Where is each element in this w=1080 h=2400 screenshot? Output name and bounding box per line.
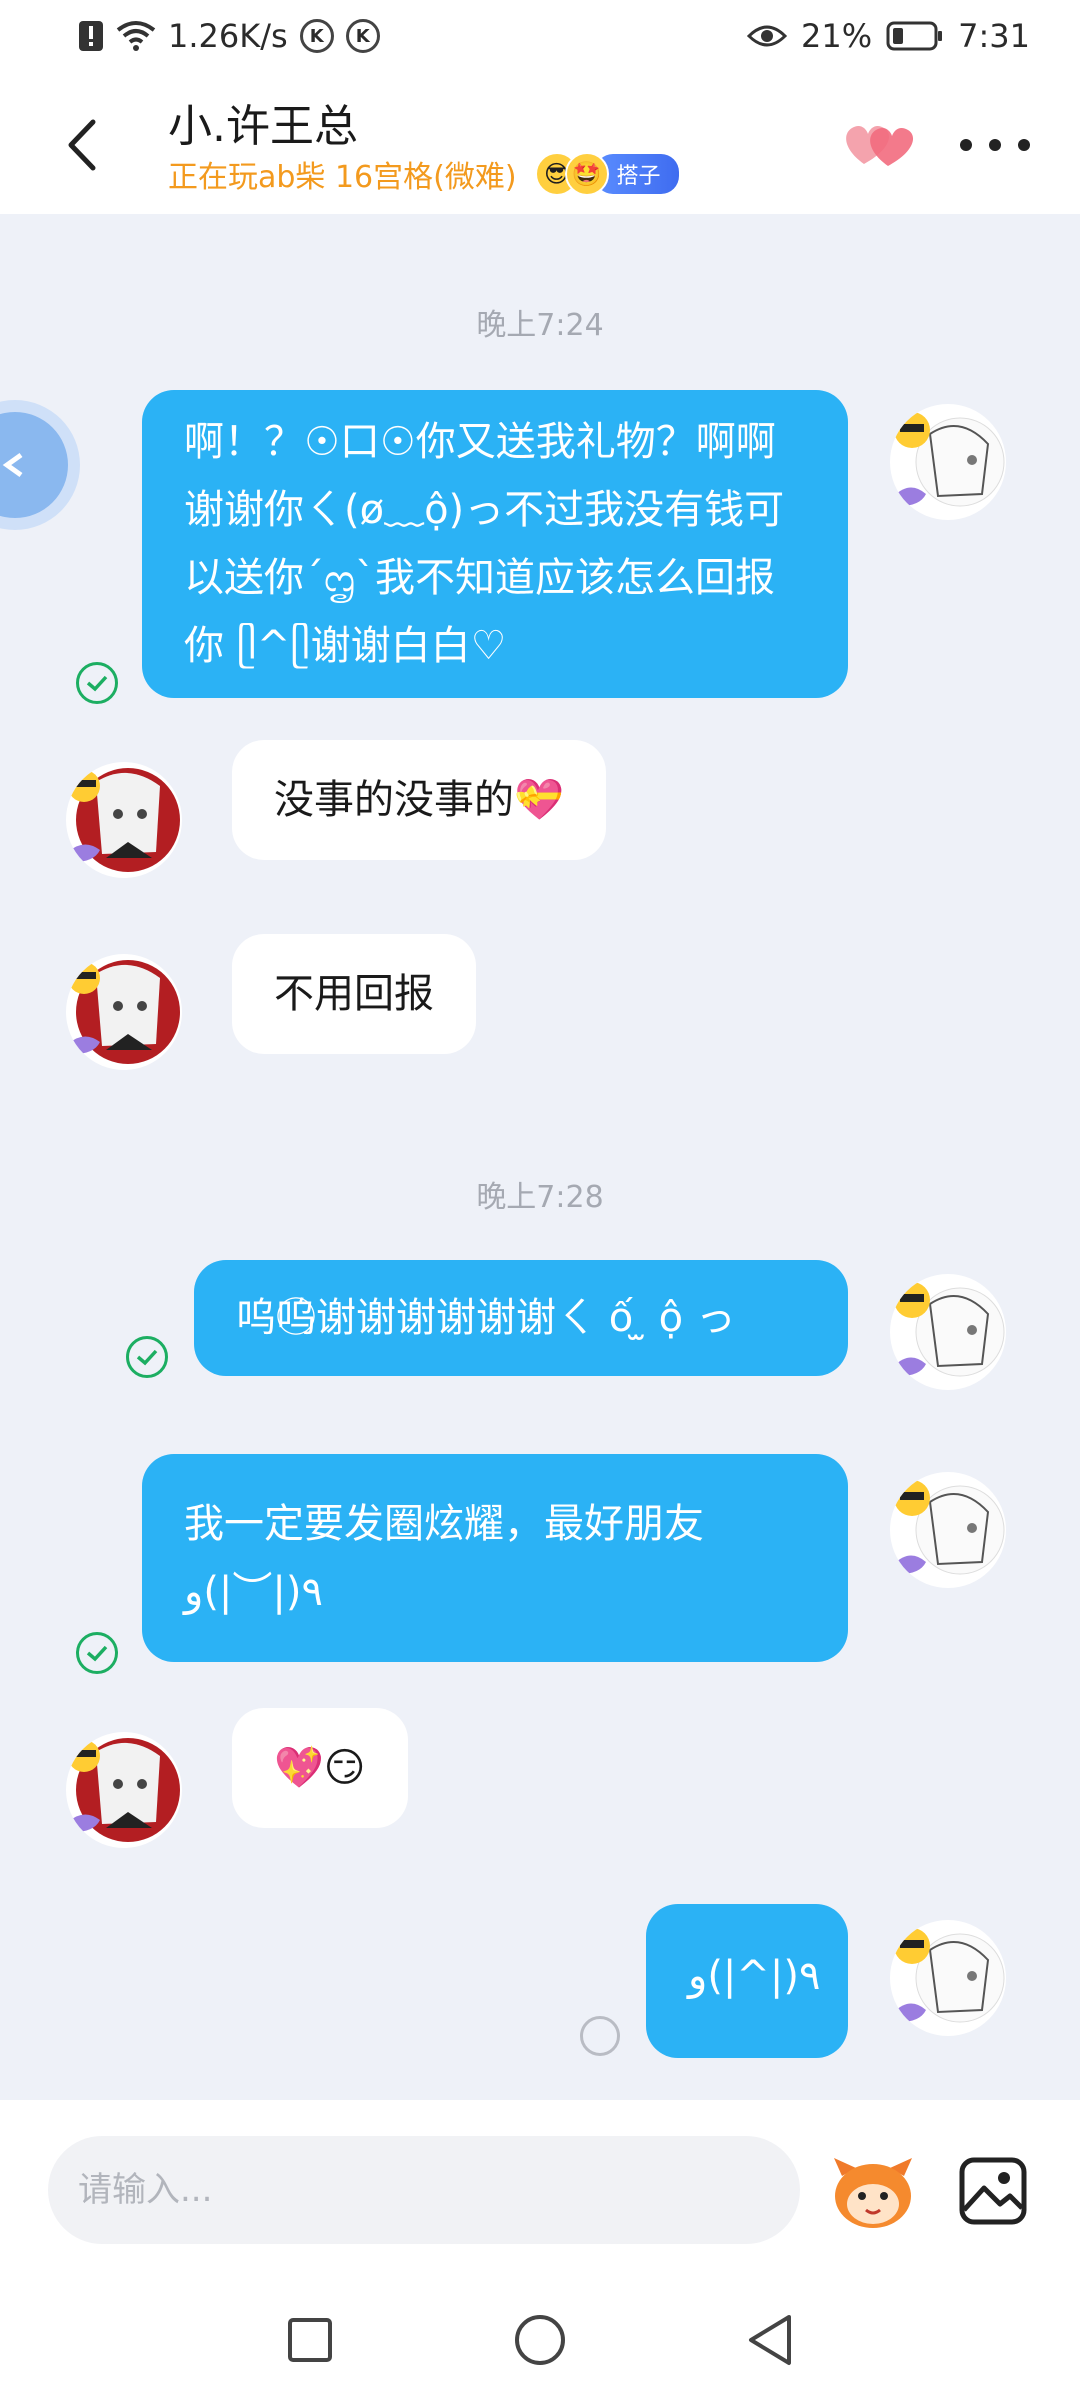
contact-avatar[interactable] (66, 1732, 182, 1848)
my-avatar[interactable] (890, 404, 1006, 520)
my-avatar[interactable] (890, 1920, 1006, 2036)
send-image-button[interactable] (958, 2156, 1028, 2226)
message-bubble-received[interactable]: 💖😏 (232, 1708, 408, 1828)
dot-icon (1018, 139, 1030, 151)
more-options-button[interactable] (960, 130, 1030, 160)
playing-status: 正在玩ab柴 16宫格(微难) (168, 160, 517, 195)
circle-icon (515, 2315, 565, 2365)
eye-icon (747, 22, 788, 50)
close-icon (2, 452, 23, 478)
back-nav-button[interactable] (740, 2310, 800, 2370)
message-bubble-sent[interactable]: 呜呜⃝谢谢谢谢谢谢ㄑ ố ̫ ộ っ (194, 1260, 848, 1376)
emoji-button[interactable] (830, 2152, 916, 2232)
buddy-badge[interactable]: 😎 🤩 搭子 (534, 152, 679, 196)
notification-alert-icon (78, 20, 104, 52)
message-bubble-received[interactable]: 没事的没事的💝 (232, 740, 606, 860)
star-eyes-icon: 🤩 (564, 152, 609, 196)
contact-name[interactable]: 小.许王总 (168, 90, 358, 154)
image-icon (959, 2157, 1027, 2225)
read-receipt-icon (126, 1336, 168, 1378)
sending-status-icon (580, 2016, 620, 2056)
clock: 7:31 (958, 17, 1030, 55)
chevron-left-icon (68, 119, 96, 171)
square-icon (288, 2318, 332, 2362)
wifi-icon (116, 20, 156, 52)
status-bar: 1.26K/s K K 21% 7:31 (0, 0, 1080, 72)
contact-status-row: 正在玩ab柴 16宫格(微难) 😎 🤩 搭子 (168, 152, 679, 196)
message-bubble-sent[interactable]: 啊！？☉口☉你又送我礼物？啊啊谢谢你ㄑ(ø﹏ộ)っ不过我没有钱可以送你´ᦗ`我不… (142, 390, 848, 698)
intimacy-hearts-button[interactable] (840, 114, 920, 174)
contact-avatar[interactable] (66, 954, 182, 1070)
k-app-icon: K (299, 19, 334, 53)
dot-icon (960, 139, 972, 151)
contact-avatar[interactable] (66, 762, 182, 878)
mascot-emoji-icon (834, 2158, 912, 2228)
chat-header: 小.许王总 正在玩ab柴 16宫格(微难) 😎 🤩 搭子 (0, 72, 1080, 214)
battery-percent: 21% (801, 17, 873, 55)
read-receipt-icon (76, 662, 118, 704)
home-button[interactable] (510, 2310, 570, 2370)
message-input[interactable] (48, 2136, 800, 2244)
recents-button[interactable] (280, 2310, 340, 2370)
message-bubble-sent[interactable]: 我一定要发圈炫耀，最好朋友٩(|︶|)و (142, 1454, 848, 1662)
message-bubble-received[interactable]: 不用回报 (232, 934, 476, 1054)
k-app-icon-2: K (345, 19, 380, 53)
dot-icon (989, 139, 1001, 151)
read-receipt-icon (76, 1632, 118, 1674)
message-bubble-sent[interactable]: ٩(|^|)و (646, 1904, 848, 2058)
my-avatar[interactable] (890, 1472, 1006, 1588)
message-input-bar (0, 2100, 1080, 2280)
double-heart-icon (846, 125, 914, 166)
time-divider: 晚上7:24 (476, 308, 604, 343)
floating-assistant-button[interactable] (0, 400, 80, 530)
battery-icon (886, 21, 944, 51)
my-avatar[interactable] (890, 1274, 1006, 1390)
time-divider: 晚上7:28 (476, 1180, 604, 1215)
back-button[interactable] (52, 110, 112, 180)
system-navigation-bar (0, 2280, 1080, 2400)
network-speed: 1.26K/s (168, 17, 288, 55)
triangle-back-icon (749, 2315, 791, 2365)
